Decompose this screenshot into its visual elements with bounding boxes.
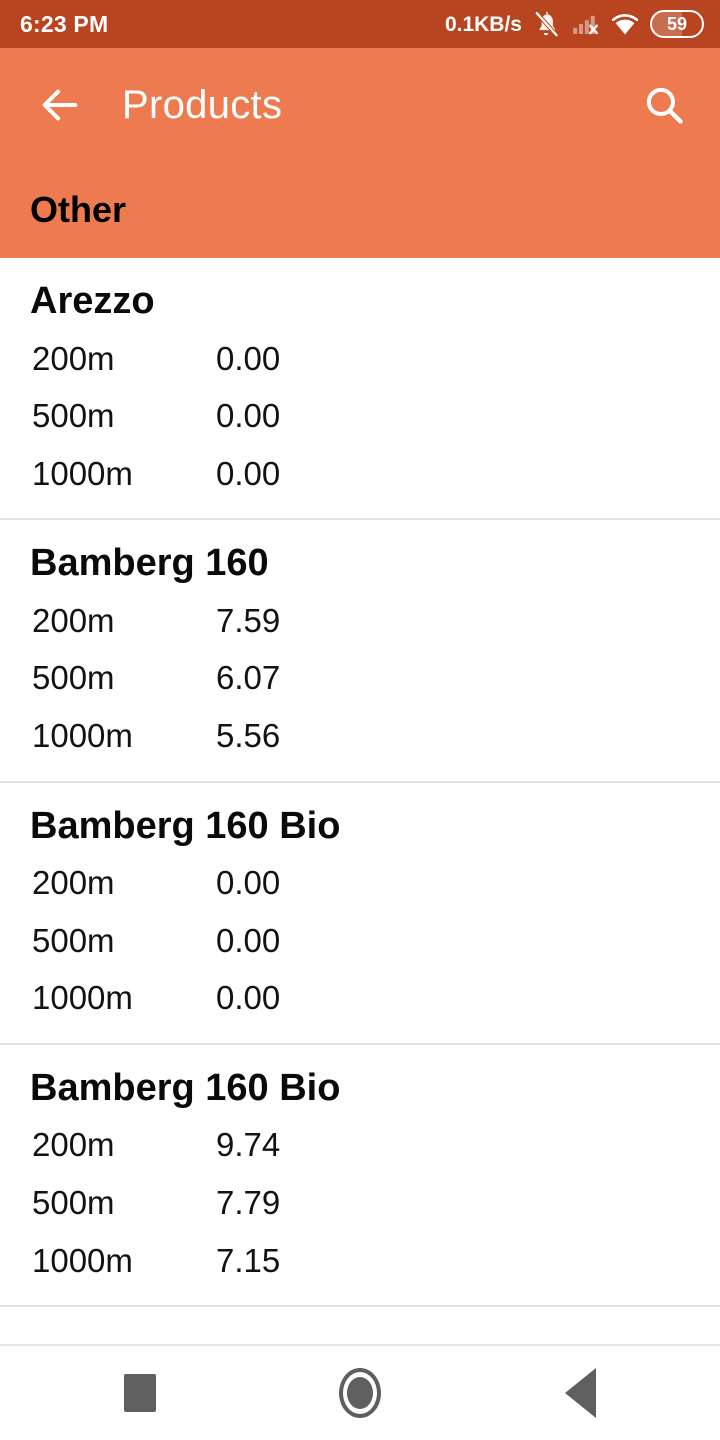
variant-label: 500m: [32, 659, 115, 697]
product-group[interactable]: Bamberg 160 Bio 200m 9.74 500m 7.79 1000…: [0, 1045, 720, 1308]
product-variant-row[interactable]: 200m 9.74: [0, 1116, 720, 1174]
home-button[interactable]: [325, 1358, 395, 1428]
variant-label: 200m: [32, 601, 115, 639]
product-variant-row[interactable]: 1000m 0.00: [0, 969, 720, 1027]
category-title: Other: [30, 189, 127, 230]
product-name: Bamberg 160 Bio: [30, 1066, 341, 1109]
variant-label: 200m: [32, 339, 115, 377]
product-name: Arezzo: [30, 280, 155, 322]
wifi-icon: [611, 14, 639, 35]
product-variant-row[interactable]: 500m 6.07: [0, 649, 720, 707]
variant-label: 500m: [32, 397, 115, 435]
product-group[interactable]: Bamberg 160 200m 7.59 500m 6.07 1000m 5.…: [0, 520, 720, 783]
circle-icon: [339, 1368, 381, 1418]
product-variant-row[interactable]: 500m 0.00: [0, 912, 720, 970]
variant-value: 0.00: [216, 864, 281, 902]
product-variant-row[interactable]: 1000m 0.00: [0, 445, 720, 503]
search-button[interactable]: [634, 75, 694, 135]
app-bar: Products: [0, 48, 720, 162]
page-title: Products: [122, 83, 283, 127]
search-icon: [646, 87, 683, 124]
category-header: Other: [0, 162, 720, 258]
product-name: Bamberg 160: [30, 542, 269, 585]
product-variant-row[interactable]: 200m 7.59: [0, 592, 720, 650]
variant-value: 7.15: [216, 1241, 281, 1279]
network-speed-indicator: 0.1KB/s: [444, 12, 522, 36]
variant-value: 0.00: [216, 339, 281, 377]
product-list[interactable]: Arezzo 200m 0.00 500m 0.00 1000m 0.00 Ba…: [0, 258, 720, 1344]
battery-level-label: 59: [666, 14, 688, 34]
phone-screen: 6:23 PM 0.1KB/s 59 Products Other Arezzo…: [0, 0, 720, 1440]
product-name: Bamberg 160 Bio: [30, 804, 341, 847]
triangle-left-icon: [564, 1368, 596, 1418]
android-navigation-bar: [0, 1344, 720, 1440]
product-variant-row[interactable]: 200m 0.00: [0, 330, 720, 388]
back-button[interactable]: [30, 75, 90, 135]
product-variant-row[interactable]: 500m 7.79: [0, 1174, 720, 1232]
variant-value: 0.00: [216, 454, 281, 492]
variant-value: 0.00: [216, 921, 281, 959]
variant-label: 1000m: [32, 716, 133, 754]
variant-label: 200m: [32, 1126, 115, 1164]
product-variant-row[interactable]: 1000m 5.56: [0, 707, 720, 765]
product-variant-row[interactable]: 200m 0.00: [0, 854, 720, 912]
product-variant-row[interactable]: 1000m 7.15: [0, 1232, 720, 1290]
variant-label: 200m: [32, 864, 115, 902]
back-arrow-icon: [42, 89, 78, 121]
variant-value: 9.74: [216, 1126, 281, 1164]
battery-icon: 59: [650, 10, 704, 38]
variant-value: 7.59: [216, 601, 281, 639]
variant-value: 6.07: [216, 659, 281, 697]
product-variant-row[interactable]: 500m 0.00: [0, 387, 720, 445]
variant-label: 500m: [32, 1183, 115, 1221]
variant-value: 7.79: [216, 1183, 281, 1221]
status-bar-clock: 6:23 PM: [20, 10, 109, 37]
variant-label: 1000m: [32, 454, 133, 492]
variant-label: 1000m: [32, 1241, 133, 1279]
variant-value: 5.56: [216, 716, 281, 754]
variant-value: 0.00: [216, 397, 281, 435]
recents-button[interactable]: [105, 1358, 175, 1428]
status-bar-icons: 0.1KB/s 59: [445, 9, 704, 39]
product-group[interactable]: Arezzo 200m 0.00 500m 0.00 1000m 0.00: [0, 258, 720, 521]
variant-label: 1000m: [32, 979, 133, 1017]
signal-no-sim-icon: [573, 15, 598, 35]
variant-value: 0.00: [216, 979, 281, 1017]
back-nav-button[interactable]: [545, 1358, 615, 1428]
variant-label: 500m: [32, 921, 115, 959]
bell-muted-icon: [534, 11, 559, 38]
status-bar: 6:23 PM 0.1KB/s 59: [0, 0, 720, 48]
square-icon: [124, 1374, 156, 1412]
product-group[interactable]: Bamberg 160 Bio 200m 0.00 500m 0.00 1000…: [0, 783, 720, 1045]
